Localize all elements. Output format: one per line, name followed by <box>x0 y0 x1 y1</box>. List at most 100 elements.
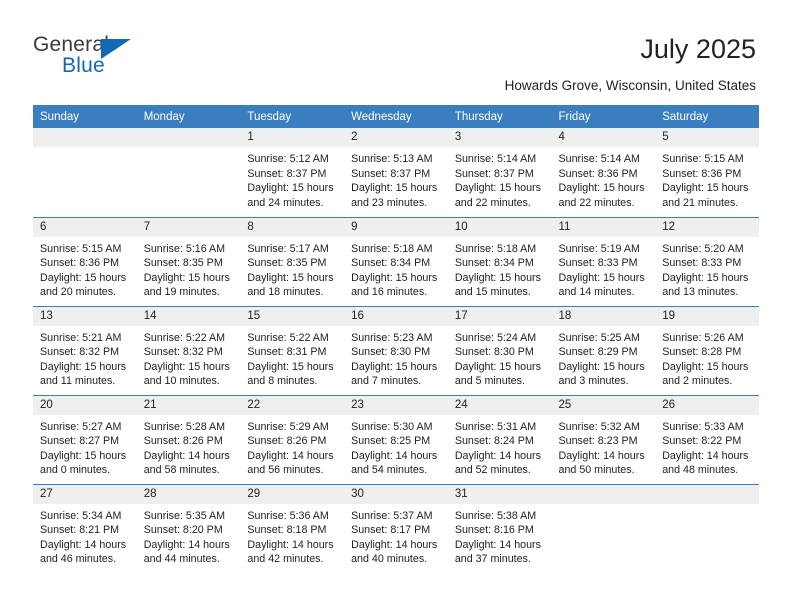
day-details: Sunrise: 5:36 AM Sunset: 8:18 PM Daylight:… <box>240 504 344 567</box>
calendar-page: General Blue July 2025 Howards Grove, Wi… <box>0 0 792 612</box>
calendar-day-cell[interactable]: 7 Sunrise: 5:16 AM Sunset: 8:35 PM Daylight… <box>136 216 241 306</box>
calendar-day-cell[interactable]: 16 Sunrise: 5:23 AM Sunset: 8:30 PM Dayligh… <box>344 305 448 395</box>
day-number: 21 <box>136 395 241 415</box>
sunrise-text: Sunrise: 5:29 AM <box>247 420 329 433</box>
calendar-day-cell[interactable]: 9 Sunrise: 5:18 AM Sunset: 8:34 PM Daylight… <box>344 216 448 306</box>
day-details: Sunrise: 5:18 AM Sunset: 8:34 PM Daylight:… <box>344 237 448 300</box>
calendar-day-cell[interactable]: 19 Sunrise: 5:26 AM Sunset: 8:28 PM Dayligh… <box>655 305 759 395</box>
day-number: 4 <box>551 128 656 147</box>
sunrise-text: Sunrise: 5:18 AM <box>351 242 433 255</box>
sunrise-text: Sunrise: 5:13 AM <box>351 153 433 165</box>
calendar-day-cell[interactable]: 15 Sunrise: 5:22 AM Sunset: 8:31 PM Dayligh… <box>240 305 345 395</box>
sunset-text: Sunset: 8:37 PM <box>454 167 534 180</box>
day-details: Sunrise: 5:18 AM Sunset: 8:34 PM Daylight:… <box>448 237 552 300</box>
page-title: July 2025 <box>640 34 756 64</box>
calendar-day-cell[interactable]: 23 Sunrise: 5:30 AM Sunset: 8:25 PM Dayligh… <box>344 394 448 484</box>
weekday-header-wednesday: Wednesday <box>344 105 448 128</box>
day-number: 12 <box>655 217 759 237</box>
daylight-text: and 44 minutes. <box>143 553 220 566</box>
calendar-day-cell[interactable]: 1 Sunrise: 5:12 AM Sunset: 8:37 PM Daylight… <box>240 128 345 217</box>
weekday-header-friday: Friday <box>551 105 656 128</box>
daylight-text: and 22 minutes. <box>454 196 531 209</box>
calendar-week-row: 20 Sunrise: 5:27 AM Sunset: 8:27 PM Dayligh… <box>33 394 759 484</box>
day-cell-inner: 4 Sunrise: 5:14 AM Sunset: 8:36 PM Daylight… <box>551 128 656 217</box>
calendar-day-cell[interactable]: 30 Sunrise: 5:37 AM Sunset: 8:17 PM Dayligh… <box>344 483 448 573</box>
calendar-empty-cell <box>136 128 241 217</box>
calendar-day-cell[interactable]: 5 Sunrise: 5:15 AM Sunset: 8:36 PM Daylight… <box>655 128 759 217</box>
daylight-text: and 46 minutes. <box>40 553 117 566</box>
sunrise-text: Sunrise: 5:14 AM <box>454 153 537 165</box>
sunset-text: Sunset: 8:37 PM <box>351 167 431 180</box>
sunset-text: Sunset: 8:24 PM <box>454 435 534 448</box>
daylight-text: Daylight: 14 hours <box>558 449 645 462</box>
calendar-day-cell[interactable]: 20 Sunrise: 5:27 AM Sunset: 8:27 PM Dayligh… <box>33 394 137 484</box>
day-cell-inner: 9 Sunrise: 5:18 AM Sunset: 8:34 PM Daylight… <box>344 217 448 306</box>
calendar-day-cell[interactable]: 29 Sunrise: 5:36 AM Sunset: 8:18 PM Dayligh… <box>240 483 345 573</box>
sunrise-text: Sunrise: 5:37 AM <box>351 509 433 522</box>
calendar-day-cell[interactable]: 14 Sunrise: 5:22 AM Sunset: 8:32 PM Dayligh… <box>136 305 241 395</box>
day-number: 14 <box>136 306 241 326</box>
day-number: 29 <box>240 484 345 504</box>
sunset-text: Sunset: 8:35 PM <box>247 257 327 270</box>
sunset-text: Sunset: 8:33 PM <box>558 257 638 270</box>
sunrise-text: Sunrise: 5:18 AM <box>454 242 537 255</box>
sunrise-text: Sunrise: 5:15 AM <box>40 242 122 255</box>
daylight-text: and 40 minutes. <box>351 553 428 566</box>
calendar-day-cell[interactable]: 10 Sunrise: 5:18 AM Sunset: 8:34 PM Dayligh… <box>447 216 552 306</box>
calendar-day-cell[interactable]: 27 Sunrise: 5:34 AM Sunset: 8:21 PM Dayligh… <box>33 483 137 573</box>
day-number: 13 <box>33 306 137 326</box>
sunrise-text: Sunrise: 5:34 AM <box>40 509 122 522</box>
calendar-empty-cell <box>655 483 759 573</box>
daylight-text: and 54 minutes. <box>351 464 428 477</box>
sunset-text: Sunset: 8:36 PM <box>662 167 742 180</box>
daylight-text: and 16 minutes. <box>351 286 428 299</box>
calendar-day-cell[interactable]: 28 Sunrise: 5:35 AM Sunset: 8:20 PM Dayligh… <box>136 483 241 573</box>
sunrise-text: Sunrise: 5:24 AM <box>454 331 537 344</box>
day-details: Sunrise: 5:20 AM Sunset: 8:33 PM Daylight:… <box>655 237 759 300</box>
day-number: 30 <box>344 484 448 504</box>
weekday-header-thursday: Thursday <box>447 105 552 128</box>
general-blue-logo[interactable]: General Blue <box>33 33 153 77</box>
sunset-text: Sunset: 8:29 PM <box>558 346 638 359</box>
sunset-text: Sunset: 8:36 PM <box>40 257 120 270</box>
daylight-text: Daylight: 15 hours <box>247 271 334 284</box>
calendar-day-cell[interactable]: 31 Sunrise: 5:38 AM Sunset: 8:16 PM Dayligh… <box>447 483 552 573</box>
calendar-day-cell[interactable]: 26 Sunrise: 5:33 AM Sunset: 8:22 PM Dayligh… <box>655 394 759 484</box>
sunrise-text: Sunrise: 5:35 AM <box>143 509 226 522</box>
calendar-day-cell[interactable]: 12 Sunrise: 5:20 AM Sunset: 8:33 PM Dayligh… <box>655 216 759 306</box>
sunrise-text: Sunrise: 5:22 AM <box>143 331 226 344</box>
calendar-day-cell[interactable]: 22 Sunrise: 5:29 AM Sunset: 8:26 PM Dayligh… <box>240 394 345 484</box>
calendar-day-cell[interactable]: 2 Sunrise: 5:13 AM Sunset: 8:37 PM Daylight… <box>344 128 448 217</box>
daylight-text: Daylight: 15 hours <box>558 271 645 284</box>
day-number: 1 <box>240 128 345 147</box>
day-cell-inner: 7 Sunrise: 5:16 AM Sunset: 8:35 PM Daylight… <box>136 217 241 306</box>
day-details: Sunrise: 5:30 AM Sunset: 8:25 PM Daylight:… <box>344 415 448 478</box>
day-cell-inner: 17 Sunrise: 5:24 AM Sunset: 8:30 PM Dayligh… <box>447 306 552 395</box>
calendar-day-cell[interactable]: 3 Sunrise: 5:14 AM Sunset: 8:37 PM Daylight… <box>447 128 552 217</box>
calendar-day-cell[interactable]: 25 Sunrise: 5:32 AM Sunset: 8:23 PM Dayligh… <box>551 394 656 484</box>
sunrise-text: Sunrise: 5:19 AM <box>558 242 640 255</box>
calendar-day-cell[interactable]: 21 Sunrise: 5:28 AM Sunset: 8:26 PM Dayligh… <box>136 394 241 484</box>
day-number <box>551 484 656 504</box>
calendar-day-cell[interactable]: 4 Sunrise: 5:14 AM Sunset: 8:36 PM Daylight… <box>551 128 656 217</box>
calendar-day-cell[interactable]: 13 Sunrise: 5:21 AM Sunset: 8:32 PM Dayligh… <box>33 305 137 395</box>
calendar-day-cell[interactable]: 17 Sunrise: 5:24 AM Sunset: 8:30 PM Dayligh… <box>447 305 552 395</box>
calendar-day-cell[interactable]: 6 Sunrise: 5:15 AM Sunset: 8:36 PM Daylight… <box>33 216 137 306</box>
day-details: Sunrise: 5:21 AM Sunset: 8:32 PM Daylight:… <box>33 326 137 389</box>
calendar-day-cell[interactable]: 18 Sunrise: 5:25 AM Sunset: 8:29 PM Dayligh… <box>551 305 656 395</box>
day-details <box>655 504 759 509</box>
calendar-day-cell[interactable]: 11 Sunrise: 5:19 AM Sunset: 8:33 PM Dayligh… <box>551 216 656 306</box>
day-details: Sunrise: 5:22 AM Sunset: 8:32 PM Daylight:… <box>137 326 241 389</box>
sunset-text: Sunset: 8:18 PM <box>247 524 327 537</box>
daylight-text: Daylight: 14 hours <box>351 449 438 462</box>
calendar-week-row: 6 Sunrise: 5:15 AM Sunset: 8:36 PM Daylight… <box>33 216 759 306</box>
day-details: Sunrise: 5:34 AM Sunset: 8:21 PM Daylight:… <box>33 504 137 567</box>
calendar-day-cell[interactable]: 24 Sunrise: 5:31 AM Sunset: 8:24 PM Dayligh… <box>447 394 552 484</box>
day-details <box>552 504 656 509</box>
calendar-day-cell[interactable]: 8 Sunrise: 5:17 AM Sunset: 8:35 PM Daylight… <box>240 216 345 306</box>
day-cell-inner: 3 Sunrise: 5:14 AM Sunset: 8:37 PM Daylight… <box>447 128 552 217</box>
day-cell-inner: 24 Sunrise: 5:31 AM Sunset: 8:24 PM Dayligh… <box>447 395 552 484</box>
day-cell-inner: 26 Sunrise: 5:33 AM Sunset: 8:22 PM Dayligh… <box>655 395 759 484</box>
day-number: 28 <box>136 484 241 504</box>
sunset-text: Sunset: 8:30 PM <box>454 346 534 359</box>
